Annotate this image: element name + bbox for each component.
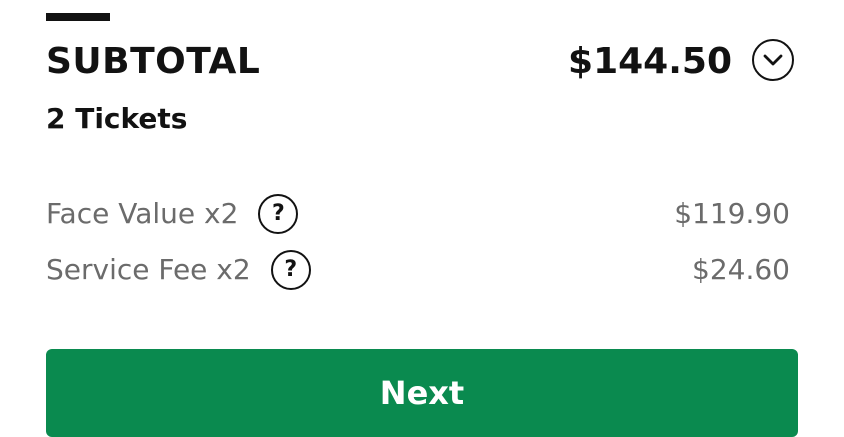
service-fee-label: Service Fee x2	[46, 253, 251, 286]
subtotal-label: SUBTOTAL	[46, 41, 261, 82]
face-value-amount: $119.90	[674, 197, 790, 230]
help-icon[interactable]: ?	[270, 250, 311, 290]
ticket-count: 2 Tickets	[46, 102, 188, 135]
face-value-label: Face Value x2	[46, 197, 239, 230]
fee-row-face-value: Face Value x2 ? $119.90	[46, 194, 790, 234]
fee-row-service-fee: Service Fee x2 ? $24.60	[46, 250, 790, 290]
section-divider	[46, 13, 110, 21]
service-fee-amount: $24.60	[692, 253, 790, 286]
expand-subtotal-button[interactable]	[752, 39, 794, 81]
next-button[interactable]: Next	[46, 349, 798, 437]
subtotal-amount: $144.50	[568, 41, 732, 82]
help-icon[interactable]: ?	[258, 194, 299, 234]
chevron-down-icon	[763, 54, 783, 66]
